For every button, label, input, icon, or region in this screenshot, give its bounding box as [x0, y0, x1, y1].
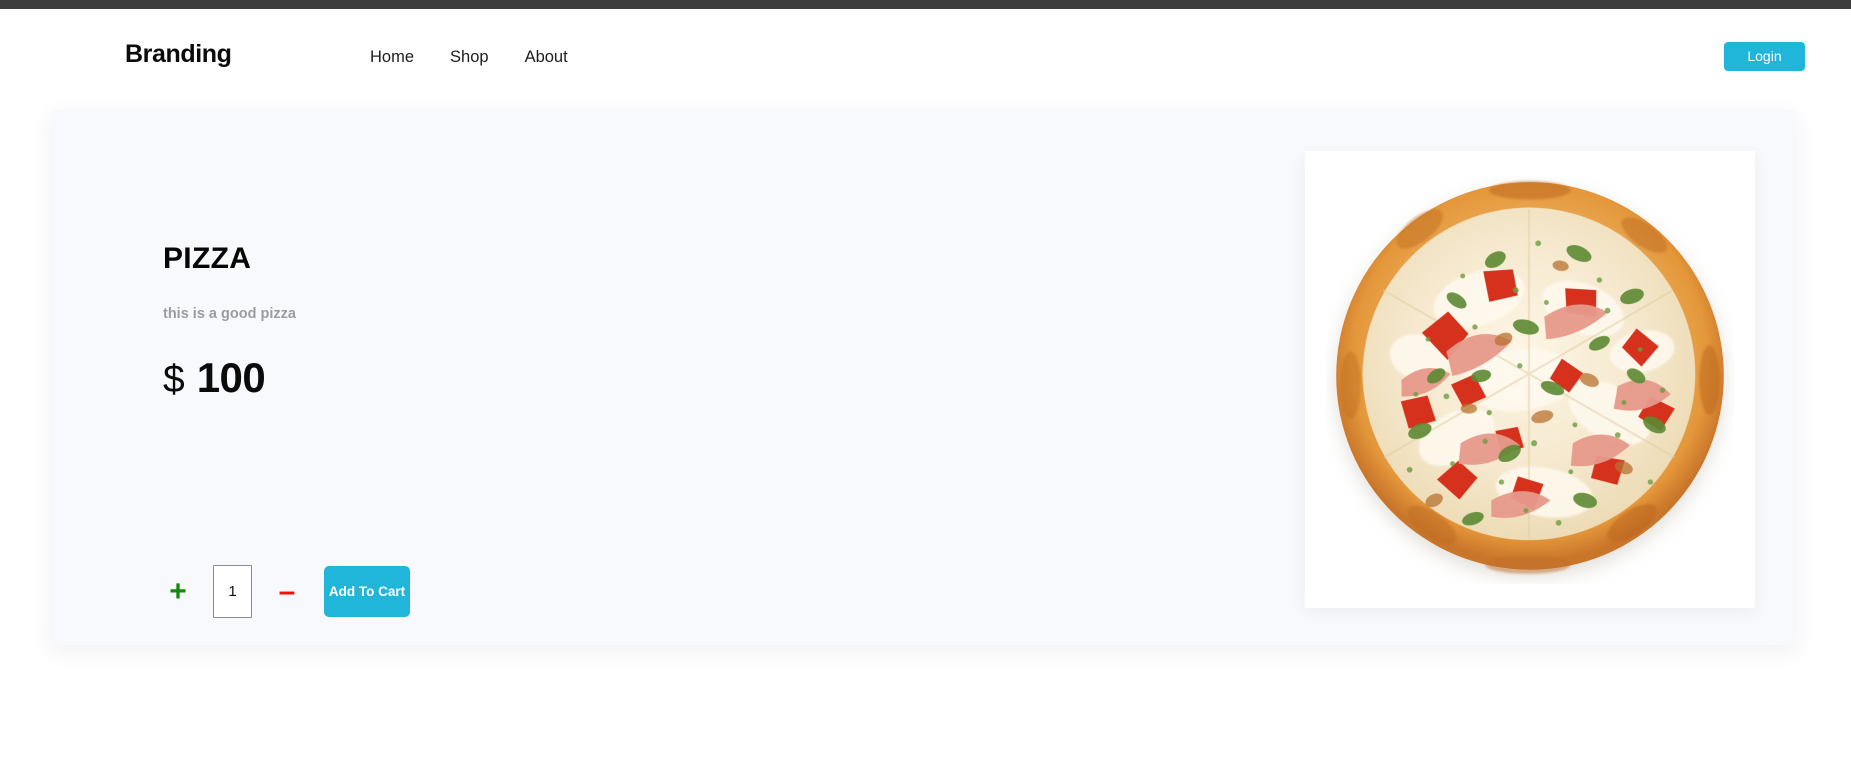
- nav-item-shop[interactable]: Shop: [450, 48, 489, 67]
- nav-item-about[interactable]: About: [525, 48, 568, 67]
- main-navigation: Home Shop About: [370, 48, 568, 67]
- increment-quantity-button[interactable]: +: [163, 576, 193, 607]
- nav-item-home[interactable]: Home: [370, 48, 414, 67]
- nav-link-about[interactable]: About: [525, 48, 568, 66]
- brand-logo[interactable]: Branding: [125, 40, 232, 69]
- quantity-controls: + – Add To Cart: [163, 565, 410, 618]
- decrement-quantity-button[interactable]: –: [272, 576, 302, 607]
- nav-link-home[interactable]: Home: [370, 48, 414, 66]
- add-to-cart-button[interactable]: Add To Cart: [324, 566, 410, 617]
- product-card: PIZZA this is a good pizza $ 100 + – Add…: [52, 110, 1795, 645]
- product-image-container: [1305, 151, 1755, 608]
- product-title: PIZZA: [163, 242, 252, 275]
- product-price: $ 100: [163, 354, 266, 402]
- top-accent-bar: [0, 0, 1851, 9]
- product-details: PIZZA this is a good pizza $ 100 + – Add…: [111, 110, 871, 645]
- pizza-image: [1326, 176, 1734, 584]
- price-amount: 100: [196, 354, 266, 401]
- currency-symbol: $: [163, 358, 185, 401]
- quantity-input[interactable]: [213, 565, 252, 618]
- login-button[interactable]: Login: [1724, 42, 1805, 71]
- product-description: this is a good pizza: [163, 306, 296, 322]
- nav-link-shop[interactable]: Shop: [450, 48, 489, 66]
- site-header: Branding Home Shop About Login: [0, 9, 1851, 102]
